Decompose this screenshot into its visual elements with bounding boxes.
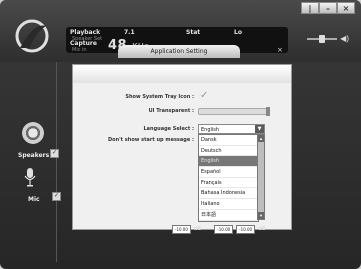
language-dropdown-list: Dansk Deutsch English Español Français Bahasa… xyxy=(198,134,259,222)
language-option[interactable]: 日本語 xyxy=(199,210,258,221)
scroll-down-icon[interactable]: ▼ xyxy=(258,212,264,219)
language-label: Language Select : xyxy=(143,126,194,132)
app-window: | – × Playback Speaker Set Capture Mic i… xyxy=(0,0,361,269)
db-unit-1: dB xyxy=(193,226,202,232)
dialog-close-button[interactable]: × xyxy=(277,47,284,54)
restore-button[interactable]: | xyxy=(301,2,319,14)
window-controls: | – × xyxy=(301,2,355,14)
transparency-slider[interactable] xyxy=(198,107,270,116)
sidebar-divider xyxy=(56,62,57,262)
dropdown-scrollbar[interactable]: ▲ ▼ xyxy=(257,134,265,220)
volume-knob[interactable] xyxy=(319,34,326,43)
tray-icon-label: Show System Tray Icon : xyxy=(125,94,194,100)
db-value-1[interactable]: -10.00 xyxy=(172,225,191,234)
speaker-volume-icon[interactable]: ◀) xyxy=(340,34,349,43)
minimize-button[interactable]: – xyxy=(319,2,337,14)
language-option[interactable]: Español xyxy=(199,167,258,178)
capture-label: Capture xyxy=(70,40,97,47)
language-select[interactable]: English ▼ xyxy=(198,124,265,134)
mic-label[interactable]: Mic xyxy=(28,196,40,203)
master-volume: ◀) xyxy=(307,34,349,43)
scroll-up-icon[interactable]: ▲ xyxy=(258,135,264,142)
dialog-header xyxy=(73,65,291,83)
language-option[interactable]: Français xyxy=(199,178,258,189)
mic-in-label: Mic in xyxy=(72,47,87,53)
language-option[interactable]: Deutsch xyxy=(199,146,258,157)
language-selected-value: English xyxy=(201,127,220,133)
chevron-down-icon[interactable]: ▼ xyxy=(255,125,264,133)
db-value-2[interactable]: -10.00 xyxy=(214,225,234,234)
microphone-icon[interactable] xyxy=(24,168,36,188)
db-value-3[interactable]: -10.00 xyxy=(236,225,256,234)
speaker-icon[interactable] xyxy=(22,122,44,144)
startup-message-label: Don't show start up message : xyxy=(108,137,194,143)
language-option[interactable]: English xyxy=(199,156,258,168)
transparent-label: UI Transparent : xyxy=(148,108,194,114)
db-values-row: -10.00 dB -10.00 -10.00 dB xyxy=(172,225,266,234)
channel-value: 7.1 xyxy=(124,29,135,36)
speakers-checkbox[interactable]: ✓ xyxy=(50,149,59,158)
tray-icon-checkbox[interactable]: ✓ xyxy=(200,91,209,101)
db-unit-2: dB xyxy=(258,226,266,232)
language-option[interactable]: Italiano xyxy=(199,199,258,210)
lo-label: Lo xyxy=(234,29,242,36)
dialog-title: Application Setting xyxy=(118,45,240,58)
close-button[interactable]: × xyxy=(337,2,355,14)
speakers-label[interactable]: Speakers xyxy=(18,152,49,159)
language-option[interactable]: Dansk xyxy=(199,135,258,146)
transparency-knob[interactable] xyxy=(266,107,270,116)
app-logo-icon xyxy=(15,19,49,53)
playback-label: Playback xyxy=(70,29,101,36)
volume-slider[interactable] xyxy=(307,34,338,43)
language-option[interactable]: Bahasa Indonesia xyxy=(199,188,258,200)
stat-label: Stat xyxy=(186,29,201,36)
mic-checkbox[interactable]: ✓ xyxy=(52,192,61,201)
